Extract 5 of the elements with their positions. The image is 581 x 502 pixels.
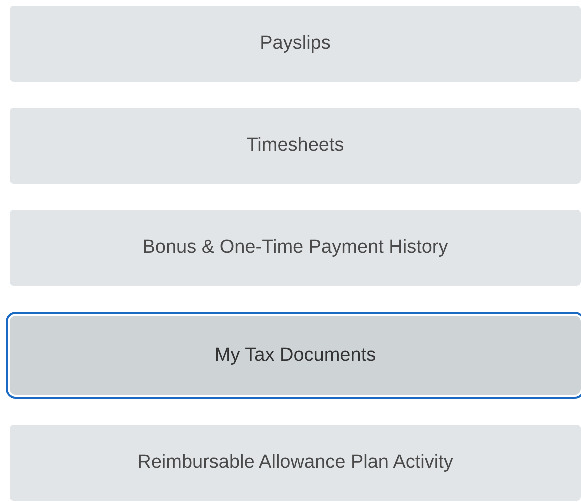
menu-button[interactable]: Reimbursable Allowance Plan Activity <box>10 425 581 501</box>
menu-button[interactable]: My Tax Documents <box>10 316 581 395</box>
menu-button[interactable]: Bonus & One-Time Payment History <box>10 210 581 286</box>
menu-button[interactable]: Timesheets <box>10 108 581 184</box>
menu-button[interactable]: Payslips <box>10 6 581 82</box>
